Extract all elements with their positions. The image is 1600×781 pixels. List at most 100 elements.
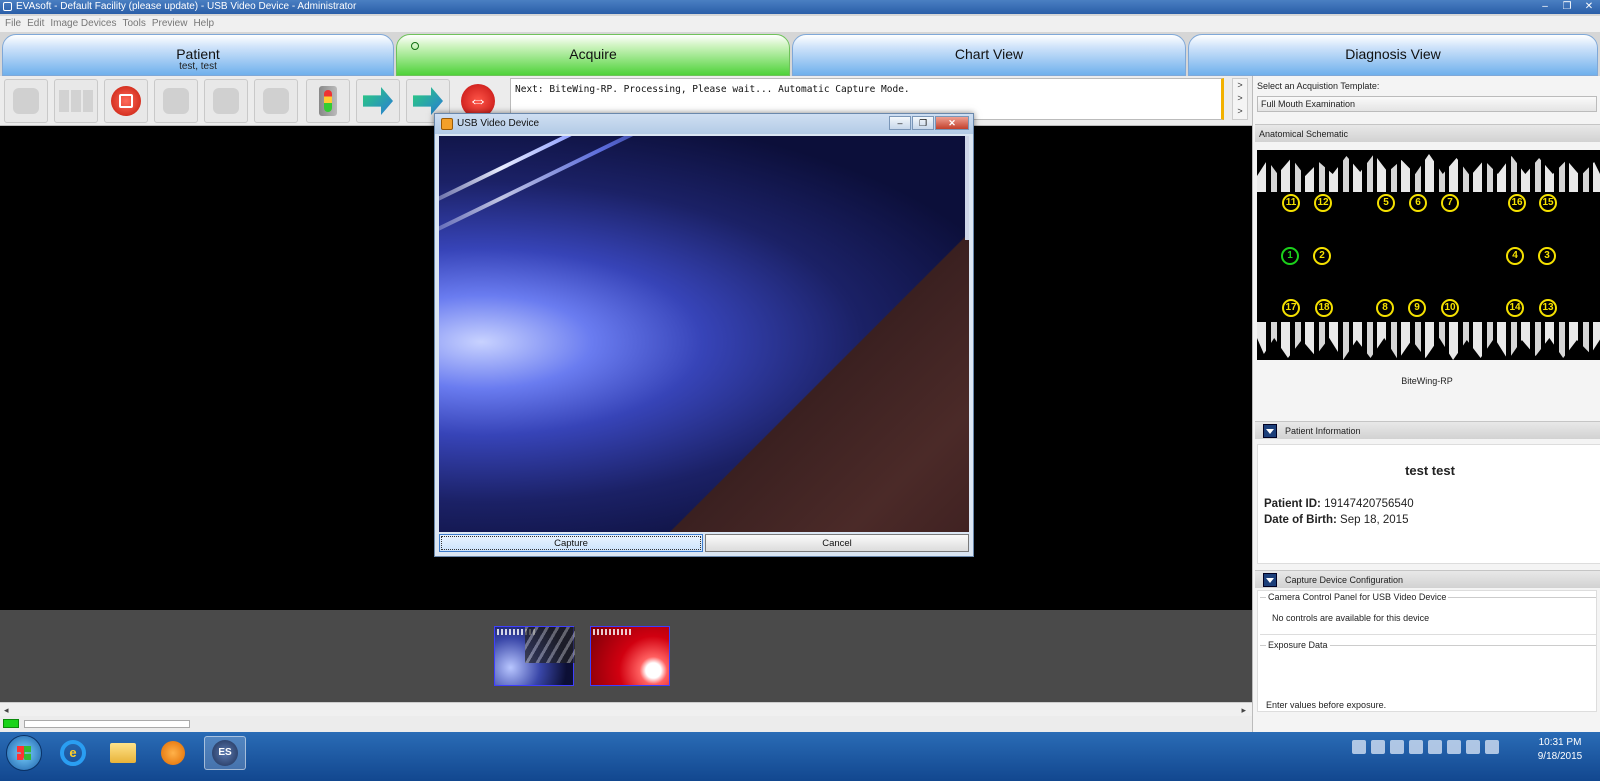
- tab-chart-view[interactable]: Chart View: [792, 34, 1186, 76]
- usb-video-dialog: USB Video Device – ❐ ✕ Capture Cancel: [434, 113, 974, 557]
- patient-dob-label: Date of Birth:: [1264, 514, 1337, 526]
- dialog-close-button[interactable]: ✕: [935, 116, 969, 130]
- thumbnail-image[interactable]: [494, 626, 575, 686]
- tooth-9[interactable]: 9: [1408, 299, 1426, 317]
- scroll-left-icon[interactable]: ◂: [4, 703, 9, 717]
- volume-tray-icon[interactable]: [1485, 740, 1499, 754]
- tooth-15[interactable]: 15: [1539, 194, 1557, 212]
- java-app-icon: [441, 118, 453, 130]
- tooth-10[interactable]: 10: [1441, 299, 1459, 317]
- progress-area: [0, 716, 1252, 732]
- thumbnail-image[interactable]: [590, 626, 670, 686]
- tooth-5[interactable]: 5: [1377, 194, 1395, 212]
- tooth-13[interactable]: 13: [1539, 299, 1557, 317]
- dialog-minimize-button[interactable]: –: [889, 116, 911, 130]
- retake-button[interactable]: [154, 79, 198, 123]
- tab-diagnosis-view[interactable]: Diagnosis View: [1188, 34, 1598, 76]
- explorer-taskbar[interactable]: [102, 736, 144, 770]
- dialog-title: USB Video Device: [457, 118, 540, 129]
- stop-button[interactable]: [104, 79, 148, 123]
- tooth-tool-button[interactable]: [4, 79, 48, 123]
- tab-acquire[interactable]: Acquire: [396, 34, 790, 76]
- menu-tools[interactable]: Tools: [120, 16, 149, 32]
- tooth-icon: [13, 88, 39, 114]
- maximize-button[interactable]: ❐: [1560, 0, 1574, 14]
- status-light-button[interactable]: [306, 79, 350, 123]
- tooth-11[interactable]: 11: [1282, 194, 1300, 212]
- flag-tray-icon[interactable]: [1447, 740, 1461, 754]
- cancel-button[interactable]: Cancel: [705, 534, 969, 552]
- database-tray-icon[interactable]: [1371, 740, 1385, 754]
- system-clock[interactable]: 10:31 PM 9/18/2015: [1522, 736, 1598, 764]
- collapse-triangle-icon[interactable]: [1263, 423, 1277, 438]
- tab-patient[interactable]: Patient test, test: [2, 34, 394, 76]
- network-tray-icon[interactable]: [1466, 740, 1480, 754]
- window-title-bar: EVAsoft - Default Facility (please updat…: [0, 0, 1600, 14]
- dialog-actions: Capture Cancel: [439, 534, 969, 552]
- internet-explorer-taskbar[interactable]: e: [52, 736, 94, 770]
- tooth-18[interactable]: 18: [1315, 299, 1333, 317]
- rotate-button[interactable]: [254, 79, 298, 123]
- menu-preview[interactable]: Preview: [149, 16, 191, 32]
- rotate-icon: [263, 88, 289, 114]
- tooth-14[interactable]: 14: [1506, 299, 1524, 317]
- menu-file[interactable]: File: [2, 16, 24, 32]
- status-dot-icon: [411, 42, 419, 50]
- import-button[interactable]: [356, 79, 400, 123]
- patient-info-header[interactable]: Patient Information: [1255, 421, 1600, 439]
- tab-acquire-title: Acquire: [569, 46, 617, 62]
- tab-diagnosis-view-title: Diagnosis View: [1345, 46, 1441, 62]
- main-tabs: Patient test, test Acquire Chart View Di…: [0, 34, 1600, 76]
- tooth-2[interactable]: 2: [1313, 247, 1331, 265]
- security-tray-icon[interactable]: [1409, 740, 1423, 754]
- anatomical-schematic[interactable]: 11 12 5 6 7 16 15 1 2 4 3 17 18 8 9 10 1…: [1257, 150, 1600, 360]
- close-button[interactable]: ✕: [1582, 0, 1596, 14]
- minimize-button[interactable]: –: [1538, 0, 1552, 14]
- skip-button[interactable]: [204, 79, 248, 123]
- grid-icon: [59, 90, 93, 112]
- tooth-12[interactable]: 12: [1314, 194, 1332, 212]
- capture-config-header[interactable]: Capture Device Configuration: [1255, 570, 1600, 588]
- capture-button[interactable]: Capture: [439, 534, 703, 552]
- capture-config-panel: Camera Control Panel for USB Video Devic…: [1257, 590, 1597, 712]
- collapse-triangle-icon[interactable]: [1263, 572, 1277, 587]
- schematic-caption: BiteWing-RP: [1401, 376, 1453, 386]
- scroll-right-icon[interactable]: ▸: [1241, 703, 1246, 717]
- folder-icon: [110, 743, 136, 763]
- stop-icon: [111, 86, 141, 116]
- no-controls-note: No controls are available for this devic…: [1272, 613, 1430, 623]
- tooth-3[interactable]: 3: [1538, 247, 1556, 265]
- menu-help[interactable]: Help: [190, 16, 217, 32]
- tooth-8[interactable]: 8: [1376, 299, 1394, 317]
- tooth-1[interactable]: 1: [1281, 247, 1299, 265]
- chart-tray-icon[interactable]: [1390, 740, 1404, 754]
- tooth-16[interactable]: 16: [1508, 194, 1526, 212]
- patient-info-panel: test test Patient ID: 19147420756540 Dat…: [1257, 444, 1600, 564]
- exposure-note: Enter values before exposure.: [1266, 700, 1387, 710]
- camera-tray-icon[interactable]: [1352, 740, 1366, 754]
- scroll-arrow-3[interactable]: >: [1233, 105, 1247, 118]
- evasoft-taskbar[interactable]: ES: [204, 736, 246, 770]
- layout-grid-button[interactable]: [54, 79, 98, 123]
- monitor-tray-icon[interactable]: [1428, 740, 1442, 754]
- template-select[interactable]: Full Mouth Examination: [1257, 96, 1597, 112]
- toolbar-scroll[interactable]: > > >: [1232, 78, 1248, 120]
- clock-time: 10:31 PM: [1538, 737, 1582, 748]
- windows-taskbar: e ES 10:31 PM 9/18/2015: [0, 732, 1600, 781]
- tooth-4[interactable]: 4: [1506, 247, 1524, 265]
- menu-edit[interactable]: Edit: [24, 16, 47, 32]
- tooth-7[interactable]: 7: [1441, 194, 1459, 212]
- menu-image-devices[interactable]: Image Devices: [47, 16, 119, 32]
- scroll-arrow-1[interactable]: >: [1233, 79, 1247, 92]
- start-button[interactable]: [6, 735, 42, 771]
- tooth-6[interactable]: 6: [1409, 194, 1427, 212]
- dialog-maximize-button[interactable]: ❐: [912, 116, 934, 130]
- horizontal-scrollbar[interactable]: ◂ ▸: [0, 702, 1252, 716]
- capture-config-header-label: Capture Device Configuration: [1285, 575, 1404, 585]
- tooth-17[interactable]: 17: [1282, 299, 1300, 317]
- scroll-arrow-2[interactable]: >: [1233, 92, 1247, 105]
- video-scrollbar[interactable]: [965, 136, 969, 240]
- dialog-title-bar[interactable]: USB Video Device – ❐ ✕: [435, 114, 973, 134]
- media-player-taskbar[interactable]: [152, 736, 194, 770]
- video-surface: [669, 232, 969, 532]
